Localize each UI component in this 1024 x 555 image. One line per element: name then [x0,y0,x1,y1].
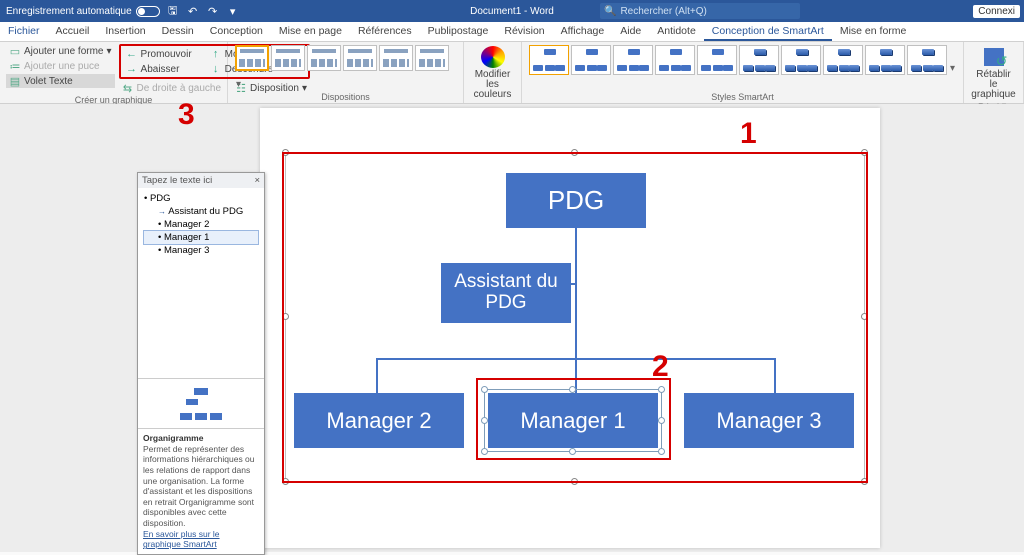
add-bullet-button: ≔Ajouter une puce [6,59,115,73]
tab-home[interactable]: Accueil [48,22,98,41]
group-smartart-styles: ▾ Styles SmartArt [522,42,964,103]
layout-thumb[interactable] [343,45,377,71]
tab-format[interactable]: Mise en forme [832,22,915,41]
annotation-1: 1 [740,117,757,151]
layout-thumb[interactable] [271,45,305,71]
arrow-right-icon: → [126,63,138,75]
qat-dropdown-icon[interactable]: ▾ [226,4,240,18]
add-shape-icon: ▭ [9,45,21,57]
reset-icon: ↺ [982,46,1006,68]
tab-design[interactable]: Conception [202,22,271,41]
document-title: Document1 - Word [470,6,554,17]
ribbon-tabs: Fichier Accueil Insertion Dessin Concept… [0,22,1024,42]
tab-review[interactable]: Révision [496,22,552,41]
style-thumb[interactable] [739,45,779,75]
tab-smartart-design[interactable]: Conception de SmartArt [704,22,832,41]
search-icon: 🔍 [604,6,616,17]
demote-button[interactable]: →Abaisser [123,62,195,76]
list-item[interactable]: PDG [144,192,258,205]
rtl-button: ⇆De droite à gauche [119,81,225,95]
list-item[interactable]: Assistant du PDG [144,205,258,218]
tab-antidote[interactable]: Antidote [649,22,704,41]
group-colors: Modifier les couleurs [464,42,522,103]
add-shape-button[interactable]: ▭Ajouter une forme ▾ [6,44,115,58]
text-pane-description: Organigramme Permet de représenter des i… [138,428,264,554]
autosave-toggle[interactable]: Enregistrement automatique [6,6,160,17]
node-pdg[interactable]: PDG [506,173,646,228]
group-create-graphic: ▭Ajouter une forme ▾ ≔Ajouter une puce ▤… [0,42,228,103]
tab-layout[interactable]: Mise en page [271,22,350,41]
style-thumb[interactable] [781,45,821,75]
annotation-2: 2 [652,350,669,384]
node-assistant[interactable]: Assistant du PDG [441,263,571,323]
tab-help[interactable]: Aide [612,22,649,41]
styles-more-icon[interactable]: ▾ [950,63,955,74]
tab-references[interactable]: Références [350,22,420,41]
text-pane-button[interactable]: ▤Volet Texte [6,74,115,88]
ribbon: ▭Ajouter une forme ▾ ≔Ajouter une puce ▤… [0,42,1024,104]
search-box[interactable]: 🔍 Rechercher (Alt+Q) [600,3,800,19]
layouts-more-icon[interactable]: ▾ [236,79,241,90]
text-pane-list[interactable]: PDG Assistant du PDG Manager 2 Manager 1… [138,188,264,378]
smartart-text-pane[interactable]: Tapez le texte ici × PDG Assistant du PD… [137,172,265,555]
style-thumb[interactable] [529,45,569,75]
style-thumb[interactable] [907,45,947,75]
undo-icon[interactable]: ↶ [186,4,200,18]
tab-view[interactable]: Affichage [553,22,613,41]
save-icon[interactable]: 🖫 [166,4,180,18]
promote-button[interactable]: ←Promouvoir [123,47,195,61]
redo-icon[interactable]: ↷ [206,4,220,18]
layout-thumb[interactable] [307,45,341,71]
add-bullet-icon: ≔ [9,60,21,72]
palette-icon [481,46,505,68]
group-reset: ↺ Rétablir le graphique Rétablir [964,42,1024,103]
tab-mailings[interactable]: Publipostage [420,22,497,41]
annotation-box-2 [476,378,671,460]
list-item-selected[interactable]: Manager 1 [143,230,259,245]
rtl-icon: ⇆ [122,82,134,94]
arrow-down-icon: ↓ [210,63,222,75]
learn-more-link[interactable]: En savoir plus sur le graphique SmartArt [143,529,220,550]
style-thumb[interactable] [865,45,905,75]
tab-file[interactable]: Fichier [0,22,48,41]
arrow-left-icon: ← [126,48,138,60]
style-thumb[interactable] [613,45,653,75]
annotation-3: 3 [178,98,195,132]
layout-thumb[interactable] [415,45,449,71]
style-thumb[interactable] [655,45,695,75]
text-pane-preview [138,378,264,428]
tab-draw[interactable]: Dessin [154,22,202,41]
text-pane-title: Tapez le texte ici [142,175,212,186]
arrow-up-icon: ↑ [210,48,222,60]
node-manager3[interactable]: Manager 3 [684,393,854,448]
style-thumb[interactable] [697,45,737,75]
style-thumb[interactable] [823,45,863,75]
text-pane-icon: ▤ [9,75,21,87]
account-button[interactable]: Connexi [973,5,1020,18]
change-colors-button[interactable]: Modifier les couleurs [470,44,515,102]
group-layouts: ▾ Dispositions [228,42,464,103]
layout-thumb[interactable] [235,45,269,71]
reset-graphic-button[interactable]: ↺ Rétablir le graphique [970,44,1017,102]
title-bar: Enregistrement automatique 🖫 ↶ ↷ ▾ Docum… [0,0,1024,22]
style-thumb[interactable] [571,45,611,75]
list-item[interactable]: Manager 3 [144,244,258,257]
smartart-frame[interactable]: PDG Assistant du PDG Manager 2 Manager 1… [285,152,865,482]
node-manager2[interactable]: Manager 2 [294,393,464,448]
tab-insert[interactable]: Insertion [97,22,153,41]
workspace: 3 PDG Assistant du PDG Manager 2 Manager… [0,104,1024,552]
layout-thumb[interactable] [379,45,413,71]
close-icon[interactable]: × [254,175,260,186]
